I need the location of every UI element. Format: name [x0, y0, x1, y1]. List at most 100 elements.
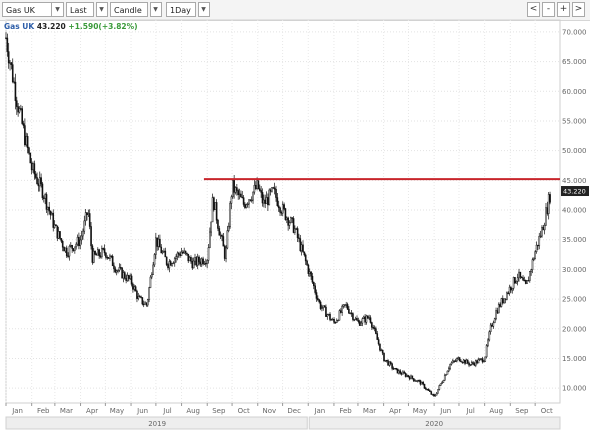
- candle: [88, 209, 91, 230]
- candle: [57, 226, 60, 239]
- candle: [291, 217, 293, 224]
- candle: [40, 173, 42, 188]
- candle: [164, 247, 167, 258]
- candle: [45, 192, 48, 213]
- candle: [493, 317, 496, 324]
- candle: [79, 235, 82, 250]
- candle: [443, 373, 446, 381]
- candle: [227, 222, 230, 233]
- candle: [29, 152, 32, 164]
- candle: [10, 61, 13, 70]
- candle: [179, 251, 181, 258]
- candle: [495, 307, 497, 321]
- candle: [94, 250, 96, 256]
- candle: [337, 319, 339, 322]
- x-tick-label: Oct: [541, 407, 553, 415]
- candle: [210, 221, 212, 237]
- candle: [192, 257, 195, 269]
- candle: [110, 255, 113, 259]
- candle: [352, 312, 354, 322]
- candle: [346, 302, 349, 310]
- candle: [392, 366, 395, 371]
- x-tick-label: May: [413, 407, 427, 415]
- candle: [56, 225, 59, 242]
- x-tick-label: Sep: [515, 407, 529, 415]
- candle: [335, 318, 338, 324]
- candle: [156, 237, 158, 251]
- candle: [25, 132, 28, 147]
- candle: [531, 257, 534, 274]
- candle: [41, 181, 44, 201]
- candle: [507, 291, 509, 295]
- candle: [115, 269, 118, 276]
- candle: [141, 297, 144, 306]
- candle: [126, 272, 129, 282]
- y-tick-label: 25.000: [562, 296, 587, 304]
- candle: [241, 190, 244, 199]
- candle: [512, 276, 515, 291]
- candle: [511, 287, 514, 294]
- candle: [514, 277, 516, 284]
- candle: [426, 388, 428, 391]
- candle: [16, 96, 18, 115]
- candle: [151, 272, 153, 280]
- candle: [354, 316, 357, 321]
- candle: [322, 305, 325, 311]
- candle: [91, 244, 94, 265]
- candle: [403, 370, 406, 374]
- candle: [142, 300, 145, 308]
- candle: [389, 360, 392, 366]
- candle: [122, 270, 125, 283]
- candle: [51, 211, 53, 216]
- candle: [125, 274, 127, 284]
- candle: [535, 241, 538, 254]
- candle: [330, 318, 333, 321]
- candle: [30, 158, 33, 175]
- candle: [118, 263, 121, 273]
- price-chart[interactable]: 70.000 65.000 60.000 55.000 50.000 45.000 40.0…: [0, 0, 590, 432]
- candle: [331, 317, 334, 321]
- candle: [90, 221, 92, 250]
- candle: [271, 187, 273, 193]
- candle: [342, 304, 345, 309]
- candle: [160, 244, 163, 254]
- candle: [484, 356, 487, 362]
- candle: [184, 250, 187, 256]
- candle: [537, 244, 539, 251]
- last-price-tag-text: 43.220: [563, 188, 586, 196]
- candle: [412, 378, 415, 382]
- candle: [119, 263, 122, 270]
- candle: [183, 247, 185, 254]
- candle: [394, 368, 396, 370]
- candle: [276, 193, 279, 207]
- candle: [169, 259, 172, 266]
- candle: [52, 209, 55, 232]
- candle: [32, 161, 34, 173]
- candle: [349, 312, 352, 315]
- candle: [254, 181, 257, 190]
- candle: [367, 315, 369, 319]
- y-tick-label: 45.000: [562, 177, 587, 185]
- x-tick-label: Jul: [465, 407, 475, 415]
- candle: [549, 191, 551, 205]
- candle: [22, 120, 25, 129]
- candle: [464, 359, 466, 366]
- candle: [406, 373, 408, 378]
- candle: [414, 378, 416, 382]
- x-group-label: 2020: [425, 420, 443, 428]
- candle: [475, 359, 477, 368]
- candle: [360, 320, 362, 326]
- candle: [144, 300, 146, 305]
- candle: [534, 250, 537, 260]
- candle: [340, 308, 342, 314]
- candle: [67, 252, 69, 259]
- candle: [287, 216, 289, 231]
- candle: [299, 234, 302, 253]
- candle: [445, 373, 447, 376]
- candle: [307, 263, 310, 277]
- candle: [454, 358, 457, 362]
- y-tick-label: 70.000: [562, 28, 587, 36]
- candle: [92, 248, 95, 264]
- candle: [453, 360, 455, 363]
- candle: [113, 262, 115, 273]
